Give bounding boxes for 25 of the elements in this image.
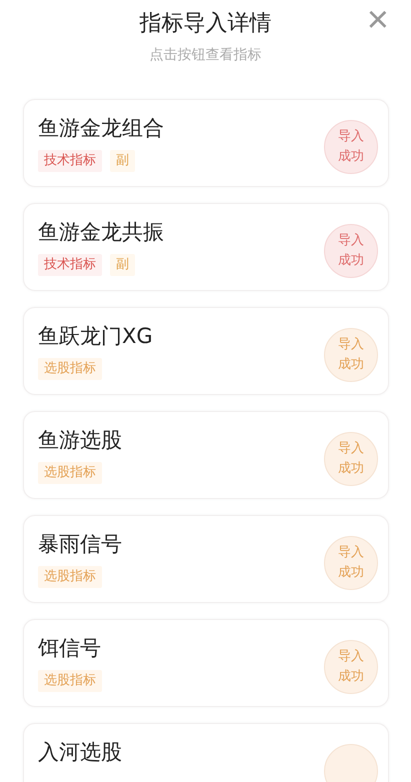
import-status-button[interactable]: 导入 成功 [324,640,378,694]
indicator-tag: 技术指标 [38,254,102,276]
dialog-title: 指标导入详情 [140,10,272,38]
import-status-button[interactable] [324,744,378,782]
indicator-tag: 选股指标 [38,670,102,692]
indicator-tag: 选股指标 [38,358,102,380]
indicator-name: 鱼跃龙门XG [38,323,153,350]
import-status-button[interactable]: 导入 成功 [324,536,378,590]
indicator-name: 鱼游选股 [38,427,122,454]
indicator-name: 鱼游金龙共振 [38,219,164,246]
indicator-name: 饵信号 [38,635,102,662]
indicator-tag: 技术指标 [38,150,102,172]
indicator-tag: 副 [110,254,135,276]
import-status-button[interactable]: 导入 成功 [324,432,378,486]
indicator-tag: 选股指标 [38,566,102,588]
indicator-tag: 选股指标 [38,462,102,484]
indicator-name: 鱼游金龙组合 [38,115,164,142]
indicator-tag: 副 [110,150,135,172]
import-status-button[interactable]: 导入 成功 [324,120,378,174]
indicator-name: 暴雨信号 [38,531,122,558]
indicator-name: 入河选股 [38,739,122,766]
import-status-button[interactable]: 导入 成功 [324,224,378,278]
dialog-subtitle: 点击按钮查看指标 [150,46,262,65]
close-button[interactable]: × [366,2,389,38]
import-status-button[interactable]: 导入 成功 [324,328,378,382]
